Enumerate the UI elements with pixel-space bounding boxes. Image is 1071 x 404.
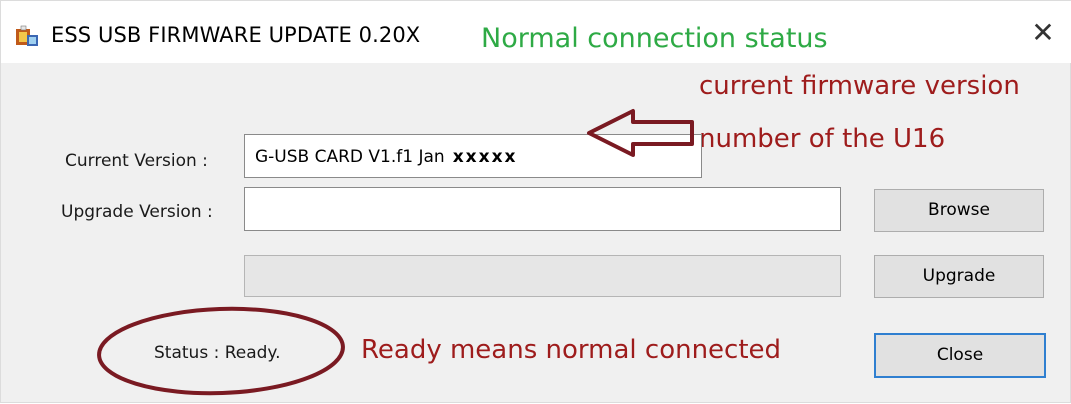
upgrade-progress-bar	[244, 255, 841, 297]
annotation-firmware-line1: current firmware version	[699, 71, 1020, 101]
current-version-label: Current Version :	[65, 151, 208, 171]
close-button[interactable]: Close	[874, 333, 1046, 378]
upgrade-version-label: Upgrade Version :	[61, 202, 213, 222]
window-title: ESS USB FIRMWARE UPDATE 0.20X	[51, 23, 421, 47]
annotation-ready-note: Ready means normal connected	[361, 335, 782, 365]
annotation-firmware-line2: number of the U16	[699, 124, 946, 154]
current-version-field: G-USB CARD V1.f1 Jan xxxxx	[244, 134, 702, 178]
browse-button[interactable]: Browse	[874, 189, 1044, 232]
firmware-update-window: ESS USB FIRMWARE UPDATE 0.20X ✕ Normal c…	[0, 0, 1071, 403]
current-version-value: G-USB CARD V1.f1 Jan	[255, 147, 445, 167]
upgrade-button[interactable]: Upgrade	[874, 255, 1044, 298]
status-text: Status : Ready.	[154, 343, 280, 363]
status-value: Ready.	[224, 343, 281, 363]
current-version-masked: xxxxx	[452, 147, 518, 167]
upgrade-version-field[interactable]	[244, 187, 841, 231]
close-icon[interactable]: ✕	[1023, 15, 1063, 51]
current-version-value-wrap: G-USB CARD V1.f1 Jan xxxxx	[255, 147, 518, 167]
status-label: Status :	[154, 343, 220, 363]
app-icon	[16, 25, 38, 46]
annotation-connection-status: Normal connection status	[481, 23, 828, 54]
